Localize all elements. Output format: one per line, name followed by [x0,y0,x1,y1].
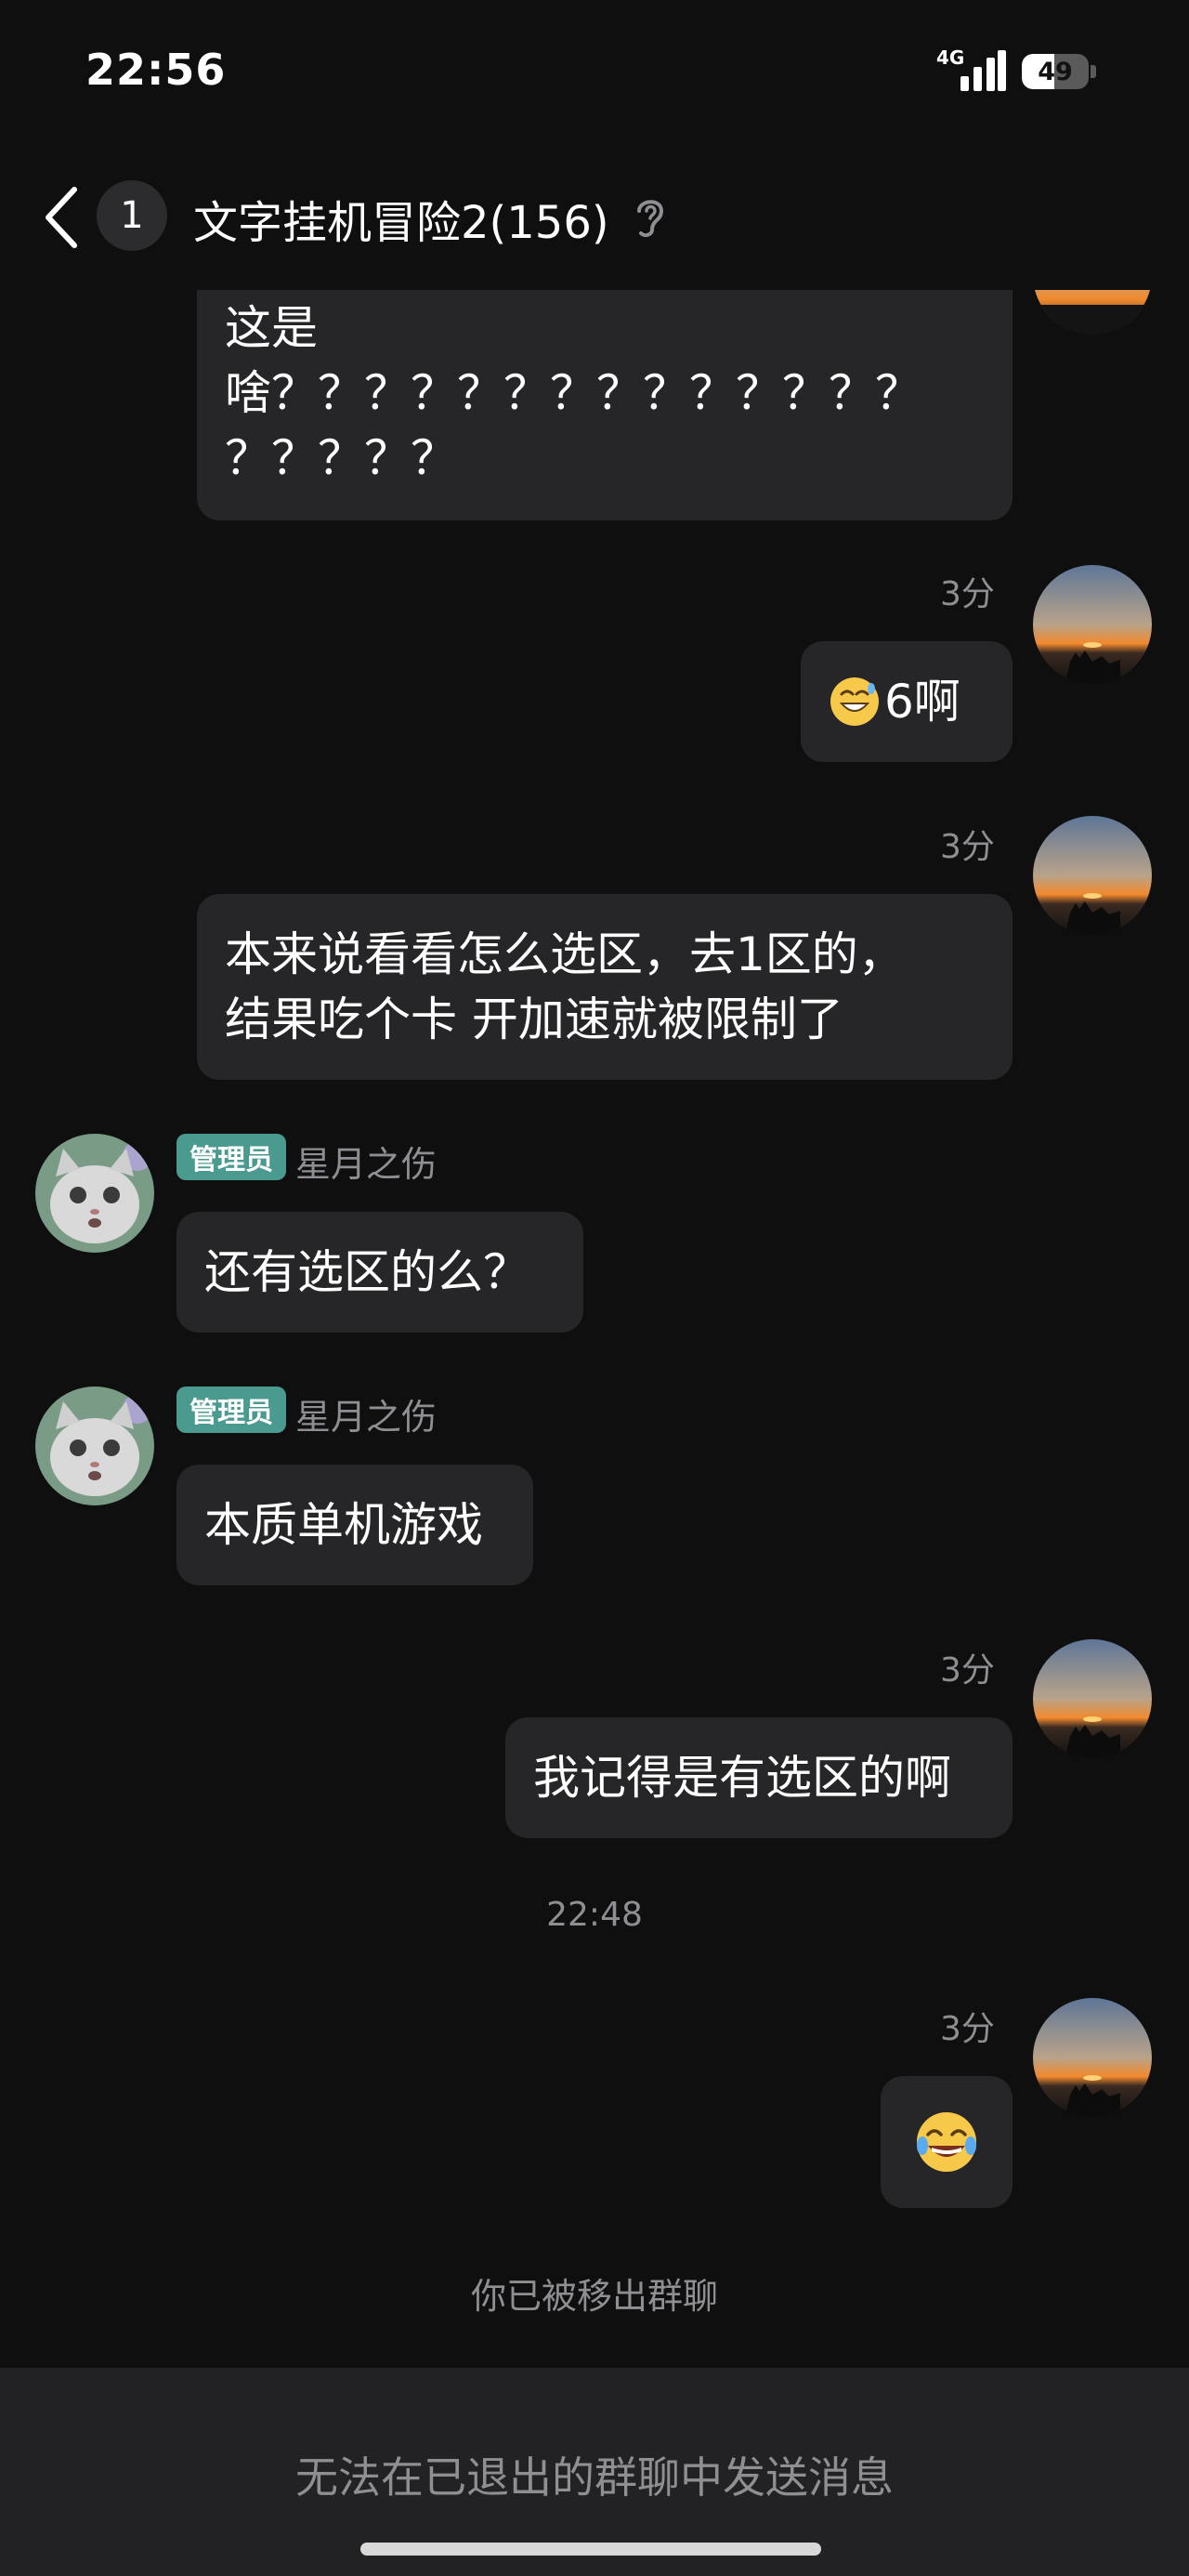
status-time: 22:56 [85,45,227,95]
disabled-input-notice: 无法在已退出的群聊中发送消息 [295,2452,894,2503]
grinning-face-with-sweat-emoji [830,677,879,726]
sunset-avatar[interactable] [1033,1998,1152,2117]
message-text: 我记得是有选区的啊 [533,1751,951,1805]
face-with-tears-of-joy-emoji [917,2112,976,2172]
message-bubble[interactable]: 这是 啥？？？？？？？？？？？？？？ ？？？？？ [197,290,1013,520]
timestamp-divider: 22:48 [546,1896,643,1934]
sender-name[interactable]: 星月之伤 [295,1136,437,1187]
cellular-signal-icon: 4G [936,46,1006,93]
message-bubble[interactable]: 本质单机游戏 [176,1465,533,1585]
battery-tip [1091,65,1096,78]
status-indicators: 4G 49 [936,46,1096,93]
message-time: 3分 [940,575,995,613]
sunset-avatar[interactable] [1033,816,1152,935]
status-bar: 22:56 4G 49 [0,0,1189,139]
system-message: 你已被移出群聊 [470,2276,718,2317]
cat-avatar[interactable] [35,1387,154,1505]
message-text: 本质单机游戏 [204,1498,483,1552]
unread-count-badge[interactable]: 1 [97,180,167,251]
sunset-avatar[interactable] [1033,290,1152,335]
message-text: 这是 啥？？？？？？？？？？？？？？ ？？？？？ [225,301,921,485]
sunset-avatar[interactable] [1033,1639,1152,1758]
message-bubble[interactable] [881,2076,1013,2208]
group-title[interactable]: 文字挂机冒险2(156) [193,186,609,251]
message-bubble[interactable]: 本来说看看怎么选区，去1区的， 结果吃个卡 开加速就被限制了 [197,894,1013,1080]
input-disabled-bar: 无法在已退出的群聊中发送消息 [0,2368,1189,2576]
admin-badge: 管理员 [176,1134,286,1180]
sender-name[interactable]: 星月之伤 [295,1388,437,1439]
message-text: 还有选区的么？ [204,1245,529,1299]
battery-icon: 49 [1022,54,1089,89]
message-time: 3分 [940,1651,995,1689]
message-bubble[interactable]: 6啊 [801,641,1013,762]
message-bubble[interactable]: 还有选区的么？ [176,1212,583,1333]
home-indicator[interactable] [360,2543,821,2556]
message-text: 本来说看看怎么选区，去1区的， 结果吃个卡 开加速就被限制了 [225,927,905,1046]
sunset-avatar[interactable] [1033,565,1152,684]
battery-percent: 49 [1038,57,1073,86]
message-bubble[interactable]: 我记得是有选区的啊 [505,1717,1013,1838]
network-type-label: 4G [936,46,965,69]
ear-icon [637,200,664,238]
cat-avatar[interactable] [35,1134,154,1253]
message-time: 3分 [940,828,995,866]
message-list[interactable]: 这是 啥？？？？？？？？？？？？？？ ？？？？？ 3分 6啊 3分 本来说看看怎… [0,290,1189,2364]
admin-badge: 管理员 [176,1387,286,1433]
message-time: 3分 [940,2010,995,2048]
back-arrow-icon[interactable] [41,184,87,251]
message-text: 6啊 [884,675,960,729]
